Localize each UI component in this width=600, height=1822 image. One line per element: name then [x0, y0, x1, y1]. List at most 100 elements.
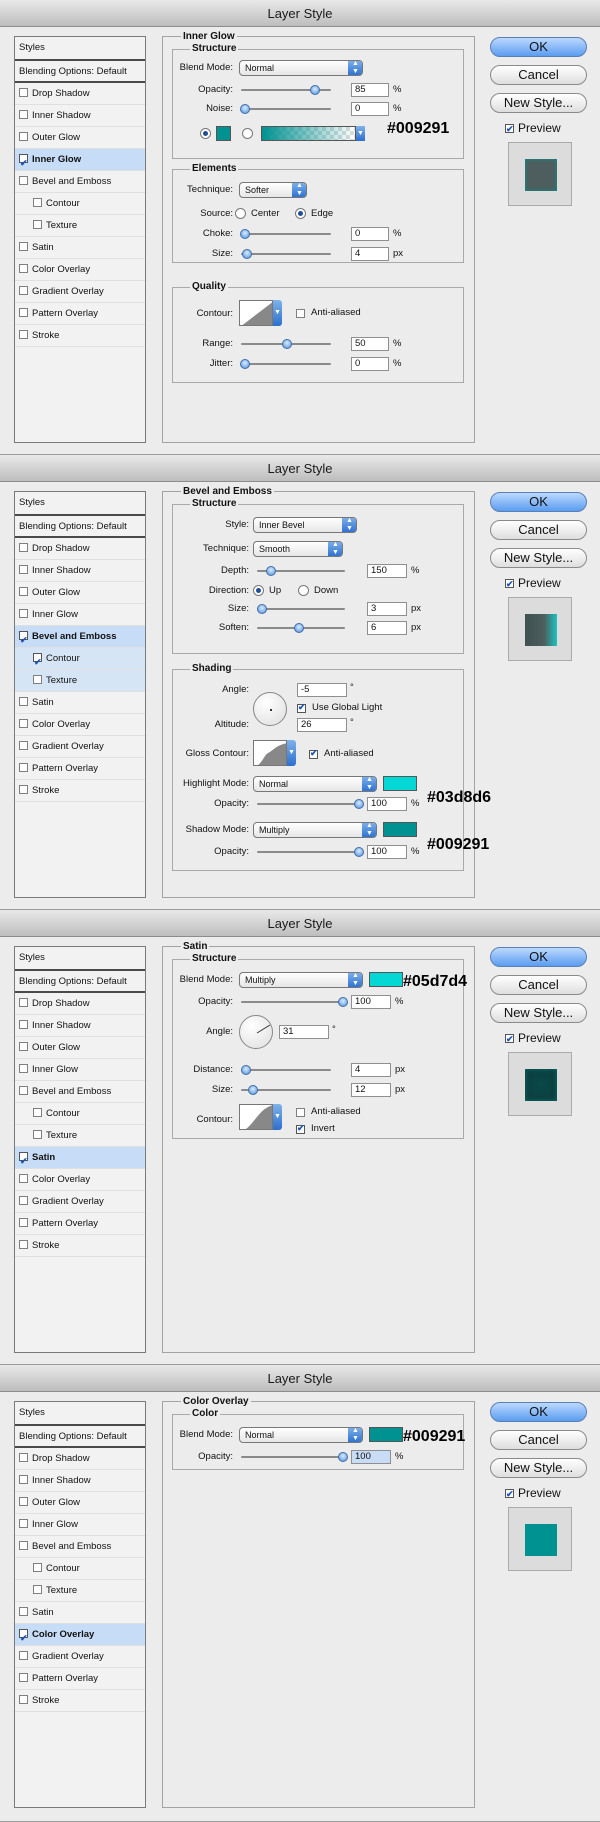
noise-slider[interactable]: [240, 104, 331, 114]
slider-knob[interactable]: [248, 1085, 258, 1095]
checkbox-checked[interactable]: [19, 1150, 28, 1168]
style-outer-glow[interactable]: Outer Glow: [15, 1492, 145, 1514]
checkbox[interactable]: [19, 609, 28, 618]
blend-mode-select[interactable]: Multiply ▲ ▼: [239, 972, 363, 988]
contour-picker[interactable]: [239, 300, 273, 326]
size-input[interactable]: 12: [351, 1083, 391, 1097]
preview-toggle[interactable]: Preview: [505, 121, 561, 136]
checkbox[interactable]: [19, 763, 28, 772]
slider-knob[interactable]: [338, 997, 348, 1007]
shadow-opacity-slider[interactable]: [257, 847, 364, 857]
style-contour[interactable]: Contour: [15, 1103, 145, 1125]
blending-options-item[interactable]: Blending Options: Default: [15, 61, 145, 83]
checkbox[interactable]: [19, 587, 28, 596]
highlight-opacity-input[interactable]: 100: [367, 797, 407, 811]
preview-checkbox[interactable]: [505, 122, 514, 136]
slider-knob[interactable]: [338, 1452, 348, 1462]
style-texture[interactable]: Texture: [15, 1125, 145, 1147]
style-gradient-overlay[interactable]: Gradient Overlay: [15, 1646, 145, 1668]
slider-knob[interactable]: [354, 847, 364, 857]
checkbox[interactable]: [19, 132, 28, 141]
checkbox[interactable]: [19, 1607, 28, 1616]
soften-slider[interactable]: [257, 623, 345, 633]
new-style-button[interactable]: New Style...: [490, 548, 587, 568]
glow-color-swatch[interactable]: [216, 126, 231, 141]
style-satin[interactable]: Satin: [15, 1602, 145, 1624]
size-slider[interactable]: [257, 604, 345, 614]
style-inner-glow[interactable]: Inner Glow: [15, 1059, 145, 1081]
chevron-down-icon[interactable]: ▼: [356, 126, 365, 141]
checkbox[interactable]: [19, 88, 28, 97]
shadow-color-swatch[interactable]: [383, 822, 417, 837]
style-bevel-emboss[interactable]: Bevel and Emboss: [15, 1536, 145, 1558]
slider-knob[interactable]: [240, 359, 250, 369]
style-pattern-overlay[interactable]: Pattern Overlay: [15, 758, 145, 780]
checkbox[interactable]: [19, 1541, 28, 1550]
checkbox[interactable]: [19, 741, 28, 750]
checkbox[interactable]: [19, 330, 28, 339]
new-style-button[interactable]: New Style...: [490, 1458, 587, 1478]
checkbox[interactable]: [19, 286, 28, 295]
styles-header[interactable]: Styles: [15, 947, 145, 971]
gloss-contour-picker[interactable]: [253, 740, 287, 766]
checkbox[interactable]: [19, 1218, 28, 1227]
checkbox[interactable]: [19, 1064, 28, 1073]
ok-button[interactable]: OK: [490, 947, 587, 967]
style-texture[interactable]: Texture: [15, 1580, 145, 1602]
highlight-opacity-slider[interactable]: [257, 799, 364, 809]
shadow-mode-select[interactable]: Multiply ▲ ▼: [253, 822, 377, 838]
checkbox[interactable]: [19, 1651, 28, 1660]
new-style-button[interactable]: New Style...: [490, 1003, 587, 1023]
checkbox[interactable]: [19, 565, 28, 574]
style-stroke[interactable]: Stroke: [15, 1690, 145, 1712]
style-inner-shadow[interactable]: Inner Shadow: [15, 560, 145, 582]
checkbox-checked[interactable]: [19, 629, 28, 647]
source-edge-radio[interactable]: [295, 208, 306, 219]
style-satin[interactable]: Satin: [15, 692, 145, 714]
use-global-light-checkbox[interactable]: [297, 702, 306, 713]
style-bevel-emboss[interactable]: Bevel and Emboss: [15, 171, 145, 193]
preview-checkbox[interactable]: [505, 1487, 514, 1501]
preview-toggle[interactable]: Preview: [505, 1486, 561, 1501]
style-stroke[interactable]: Stroke: [15, 1235, 145, 1257]
style-gradient-overlay[interactable]: Gradient Overlay: [15, 736, 145, 758]
checkbox[interactable]: [19, 308, 28, 317]
checkbox[interactable]: [33, 1130, 42, 1139]
checkbox-checked[interactable]: [19, 152, 28, 170]
invert-checkbox[interactable]: [296, 1123, 305, 1134]
preview-checkbox[interactable]: [505, 577, 514, 591]
style-select[interactable]: Inner Bevel ▲ ▼: [253, 517, 357, 533]
opacity-input[interactable]: 100: [351, 1450, 391, 1464]
style-inner-glow[interactable]: Inner Glow: [15, 1514, 145, 1536]
ok-button[interactable]: OK: [490, 37, 587, 57]
style-drop-shadow[interactable]: Drop Shadow: [15, 83, 145, 105]
style-texture[interactable]: Texture: [15, 215, 145, 237]
checkbox[interactable]: [19, 176, 28, 185]
angle-input[interactable]: -5: [297, 683, 347, 697]
style-pattern-overlay[interactable]: Pattern Overlay: [15, 303, 145, 325]
size-input[interactable]: 3: [367, 602, 407, 616]
checkbox[interactable]: [33, 675, 42, 684]
checkbox-checked[interactable]: [33, 651, 42, 669]
checkbox[interactable]: [19, 697, 28, 706]
styles-header[interactable]: Styles: [15, 1402, 145, 1426]
cancel-button[interactable]: Cancel: [490, 975, 587, 995]
checkbox[interactable]: [19, 785, 28, 794]
style-inner-shadow[interactable]: Inner Shadow: [15, 1015, 145, 1037]
style-inner-shadow[interactable]: Inner Shadow: [15, 1470, 145, 1492]
angle-dial[interactable]: [253, 692, 287, 726]
slider-knob[interactable]: [294, 623, 304, 633]
style-outer-glow[interactable]: Outer Glow: [15, 1037, 145, 1059]
checkbox[interactable]: [19, 1020, 28, 1029]
range-input[interactable]: 50: [351, 337, 389, 351]
cancel-button[interactable]: Cancel: [490, 520, 587, 540]
checkbox[interactable]: [19, 264, 28, 273]
checkbox[interactable]: [19, 719, 28, 728]
gradient-radio[interactable]: [242, 128, 253, 139]
ok-button[interactable]: OK: [490, 492, 587, 512]
overlay-color-swatch[interactable]: [369, 1427, 403, 1442]
checkbox[interactable]: [19, 998, 28, 1007]
contour-picker[interactable]: [239, 1104, 273, 1130]
anti-aliased-checkbox[interactable]: [296, 1108, 305, 1117]
checkbox[interactable]: [19, 1453, 28, 1462]
